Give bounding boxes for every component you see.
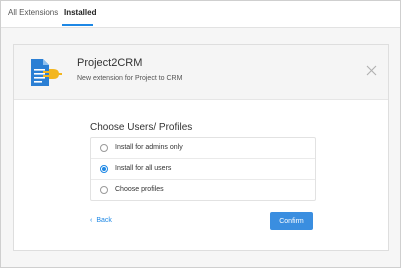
tab-all-extensions[interactable]: All Extensions	[8, 8, 58, 18]
extension-description: New extension for Project to CRM	[77, 75, 183, 82]
option-label: Choose profiles	[115, 186, 164, 193]
option-admins-only[interactable]: Install for admins only	[91, 138, 315, 158]
tab-installed[interactable]: Installed	[64, 8, 96, 18]
option-all-users[interactable]: Install for all users	[91, 158, 315, 179]
active-tab-indicator	[62, 24, 93, 26]
radio-button[interactable]	[100, 165, 108, 173]
option-choose-profiles[interactable]: Choose profiles	[91, 179, 315, 200]
extension-name: Project2CRM	[77, 57, 143, 69]
chevron-left-icon: ‹	[90, 217, 93, 224]
tab-bar: All Extensions Installed	[1, 1, 400, 28]
back-label: Back	[96, 217, 112, 224]
back-link[interactable]: ‹ Back	[90, 215, 112, 227]
card-header: Project2CRM New extension for Project to…	[14, 45, 388, 100]
install-options: Install for admins only Install for all …	[90, 137, 316, 201]
document-plug-icon	[31, 59, 62, 86]
radio-button[interactable]	[100, 186, 108, 194]
install-card: Project2CRM New extension for Project to…	[13, 44, 389, 251]
close-icon[interactable]	[366, 65, 377, 76]
option-label: Install for all users	[115, 165, 172, 172]
app-window: All Extensions Installed Project2CRM New…	[0, 0, 401, 268]
section-title: Choose Users/ Profiles	[90, 122, 193, 133]
radio-button[interactable]	[100, 144, 108, 152]
confirm-button[interactable]: Confirm	[270, 212, 313, 230]
option-label: Install for admins only	[115, 144, 183, 151]
